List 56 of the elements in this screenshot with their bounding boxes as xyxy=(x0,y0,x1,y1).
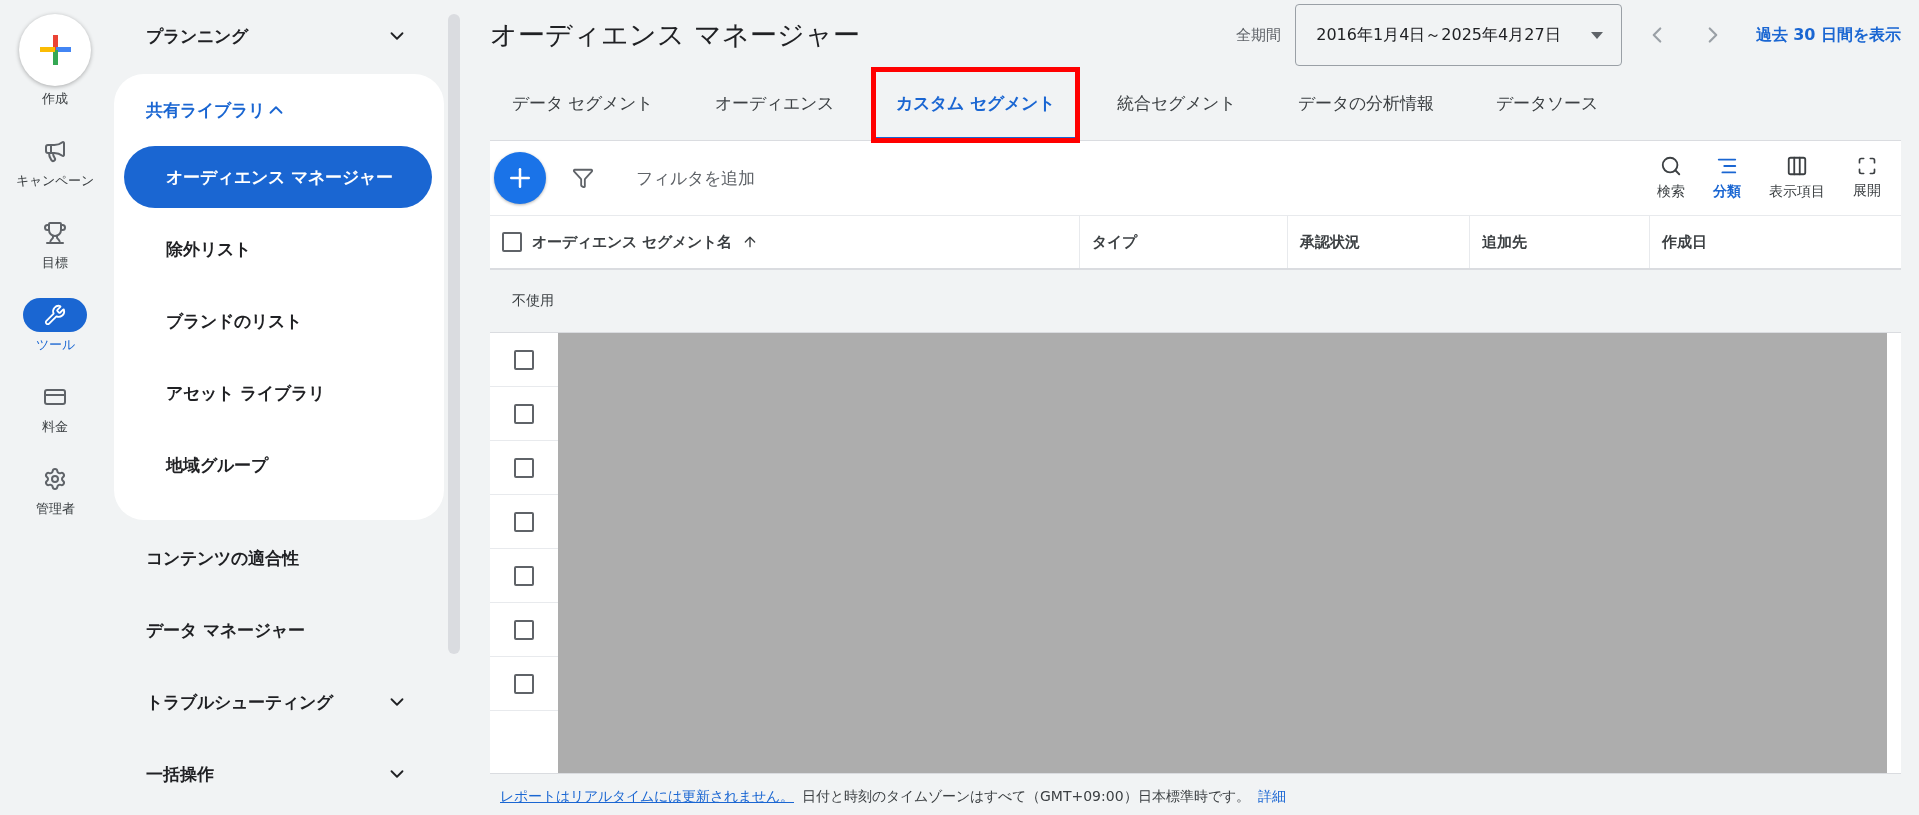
page-title: オーディエンス マネージャー xyxy=(490,18,861,52)
nav-subitem[interactable]: ブランドのリスト xyxy=(124,290,432,352)
rail-item[interactable]: 作成 xyxy=(7,14,103,108)
row-checkbox[interactable] xyxy=(514,673,534,694)
tab[interactable]: オーディエンス xyxy=(693,70,857,140)
row-checkbox[interactable] xyxy=(514,511,534,532)
details-link[interactable]: 詳細 xyxy=(1257,788,1286,806)
nav-subitem[interactable]: 地域グループ xyxy=(124,434,432,496)
tab[interactable]: 統合セグメント xyxy=(1095,70,1259,140)
rail-item[interactable]: 料金 xyxy=(7,380,103,436)
recent-days-link[interactable]: 過去 30 日間を表示 xyxy=(1755,24,1901,46)
dropdown-caret-icon xyxy=(1590,31,1603,39)
row-checkbox[interactable] xyxy=(514,403,534,424)
row-checkbox[interactable] xyxy=(514,457,534,478)
plus-icon xyxy=(38,33,72,67)
add-button[interactable] xyxy=(494,152,546,204)
column-header[interactable]: 作成日 xyxy=(1650,216,1901,268)
filter-field[interactable]: フィルタを追加 xyxy=(634,167,1643,189)
nav-subitem[interactable]: オーディエンス マネージャー xyxy=(124,146,432,208)
tab[interactable]: データ セグメント xyxy=(490,70,676,140)
tab[interactable]: データソース xyxy=(1474,70,1621,140)
date-range-dropdown[interactable]: 2016年1月4日～2025年4月27日 xyxy=(1295,4,1622,66)
search-icon xyxy=(1660,155,1682,177)
columns-icon xyxy=(1786,155,1808,177)
timezone-note: 日付と時刻のタイムゾーンはすべて（GMT+09:00）日本標準時です。 xyxy=(802,788,1250,806)
nav-item[interactable]: データ マネージャー xyxy=(114,594,444,666)
column-header[interactable]: タイプ xyxy=(1080,216,1288,268)
toolbar-action[interactable]: 検索 xyxy=(1643,155,1699,201)
nav-subitem[interactable]: アセット ライブラリ xyxy=(124,362,432,424)
rail-item[interactable]: 管理者 xyxy=(7,462,103,518)
period-label: 全期間 xyxy=(1236,25,1282,45)
toolbar-action[interactable]: 表示項目 xyxy=(1755,155,1839,201)
nav-item[interactable]: トラブルシューティング xyxy=(114,666,444,738)
column-header[interactable]: 承認状況 xyxy=(1288,216,1470,268)
nav-item[interactable]: プランニング xyxy=(114,0,444,72)
filter-icon[interactable] xyxy=(572,167,594,189)
tab[interactable]: カスタム セグメント xyxy=(874,70,1078,140)
tab[interactable]: データの分析情報 xyxy=(1276,70,1457,140)
nav-item[interactable]: 一括操作 xyxy=(114,738,444,810)
column-header[interactable]: 追加先 xyxy=(1470,216,1650,268)
row-checkbox[interactable] xyxy=(514,619,534,640)
column-header[interactable]: オーディエンス セグメント名 xyxy=(490,216,1080,268)
expand-icon xyxy=(1857,156,1877,176)
group-row: 不使用 xyxy=(490,270,1901,333)
nav-subitem[interactable]: 除外リスト xyxy=(124,218,432,280)
nav-item[interactable]: 共有ライブラリ xyxy=(114,74,323,146)
row-checkbox[interactable] xyxy=(514,565,534,586)
row-checkbox[interactable] xyxy=(514,349,534,370)
rail-item[interactable]: 目標 xyxy=(7,216,103,272)
realtime-link[interactable]: レポートはリアルタイムには更新されません。 xyxy=(500,788,794,806)
select-all-checkbox[interactable] xyxy=(502,232,522,252)
nav-item[interactable]: コンテンツの適合性 xyxy=(114,522,444,594)
toolbar-action[interactable]: 分類 xyxy=(1699,155,1755,201)
rail-item[interactable]: キャンペーン xyxy=(7,134,103,190)
toolbar-action[interactable]: 展開 xyxy=(1839,156,1895,200)
rail-item[interactable]: ツール xyxy=(7,298,103,354)
